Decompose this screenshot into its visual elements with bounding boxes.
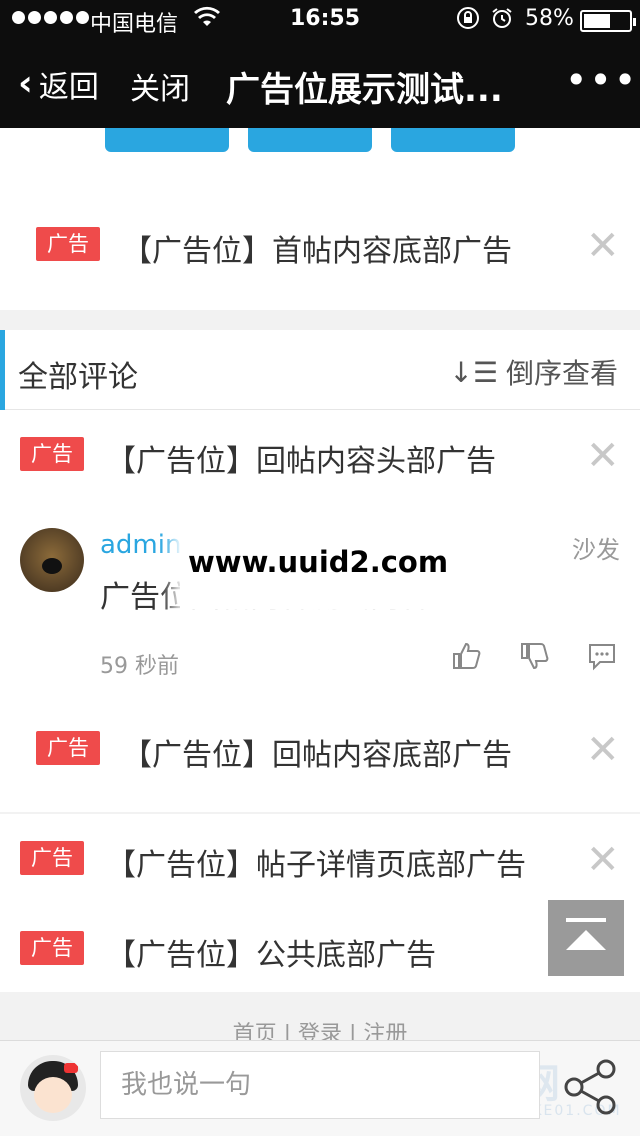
ad-public-bottom[interactable]: 广告 【广告位】公共底部广告 ✕ — [0, 904, 640, 994]
ad-badge: 广告 — [20, 437, 84, 471]
thumbs-down-icon[interactable] — [518, 640, 550, 676]
close-icon[interactable]: ✕ — [586, 436, 620, 476]
bottom-ads-card: 广告 【广告位】帖子详情页底部广告 ✕ 广告 【广告位】公共底部广告 ✕ — [0, 814, 640, 992]
favorite-button[interactable] — [105, 128, 229, 152]
sort-order-button[interactable]: ↓☰ 倒序查看 — [449, 352, 618, 392]
status-bar: 中国电信 16:55 58% — [0, 0, 640, 40]
close-icon[interactable]: ✕ — [586, 226, 620, 266]
ad-badge: 广告 — [36, 731, 100, 765]
battery-fill — [584, 14, 610, 28]
sort-icon: ↓☰ — [449, 355, 498, 389]
like-button[interactable] — [248, 128, 372, 152]
wifi-icon — [194, 6, 220, 36]
nav-bar: ‹ 返回 关闭 广告位展示测试... ••• — [0, 40, 640, 128]
sort-label: 倒序查看 — [505, 357, 618, 390]
content-area: 广告 【广告位】首帖内容底部广告 ✕ 全部评论 ↓☰ 倒序查看 广告 【广告位】… — [0, 128, 640, 1040]
avatar-bow — [64, 1063, 78, 1073]
ad-badge: 广告 — [20, 931, 84, 965]
share-post-button[interactable] — [391, 128, 515, 152]
footer-links[interactable]: 首页 | 登录 | 注册 — [0, 1016, 640, 1040]
chevron-left-icon: ‹ — [18, 63, 33, 104]
back-button[interactable]: ‹ 返回 — [18, 62, 99, 106]
ad-first-post-bottom[interactable]: 广告 【广告位】首帖内容底部广告 ✕ — [0, 200, 640, 290]
ad-badge: 广告 — [36, 227, 100, 261]
section-accent-bar — [0, 330, 5, 410]
comments-header: 全部评论 ↓☰ 倒序查看 — [0, 330, 640, 410]
bottom-bar: 科技网 WWW.KE01.COM 我也说一句 — [0, 1040, 640, 1136]
ad-text: 【广告位】回帖内容头部广告 — [106, 444, 496, 479]
comment-input[interactable]: 我也说一句 — [100, 1051, 540, 1119]
thumbs-up-icon[interactable] — [450, 640, 482, 676]
avatar-face — [34, 1077, 72, 1113]
rotation-lock-icon — [456, 6, 480, 36]
share-icon[interactable] — [560, 1055, 624, 1119]
carrier-label: 中国电信 — [90, 12, 179, 37]
ad-reply-top[interactable]: 广告 【广告位】回帖内容头部广告 ✕ — [0, 410, 640, 500]
comment-time: 59 秒前 — [100, 654, 179, 679]
comments-card: 广告 【广告位】回帖内容头部广告 ✕ admin 沙发 广告位回帖内容测试内容 … — [0, 410, 640, 812]
comments-title: 全部评论 — [18, 360, 138, 395]
close-button[interactable]: 关闭 — [130, 64, 190, 108]
close-icon[interactable]: ✕ — [586, 840, 620, 880]
ad-text: 【广告位】首帖内容底部广告 — [122, 234, 512, 269]
battery-percent: 58% — [525, 6, 574, 31]
clock-time: 16:55 — [290, 6, 361, 31]
ad-detail-bottom[interactable]: 广告 【广告位】帖子详情页底部广告 ✕ — [0, 814, 640, 904]
avatar[interactable] — [20, 528, 84, 592]
arrow-up-icon — [566, 918, 606, 950]
watermark-text: www.uuid2.com — [188, 545, 449, 579]
top-bar: 中国电信 16:55 58% ‹ 返回 关闭 广告位展示测试... ••• — [0, 0, 640, 128]
alarm-icon — [490, 6, 514, 36]
more-options-button[interactable]: ••• — [565, 58, 638, 102]
battery-icon — [580, 10, 636, 32]
ad-badge: 广告 — [20, 841, 84, 875]
watermark: www.uuid2.com — [180, 523, 470, 609]
ad-text: 【广告位】回帖内容底部广告 — [122, 738, 512, 773]
reply-icon[interactable] — [586, 640, 618, 676]
back-label: 返回 — [38, 70, 99, 105]
page-title: 广告位展示测试... — [226, 70, 503, 110]
comment-author[interactable]: admin — [100, 530, 181, 560]
ad-text: 【广告位】帖子详情页底部广告 — [106, 848, 526, 883]
user-avatar[interactable] — [20, 1055, 86, 1121]
comment-floor: 沙发 — [572, 536, 620, 564]
signal-icon — [12, 11, 89, 24]
ad-reply-bottom[interactable]: 广告 【广告位】回帖内容底部广告 ✕ — [0, 704, 640, 794]
post-actions-card: 广告 【广告位】首帖内容底部广告 ✕ — [0, 128, 640, 310]
back-to-top-button[interactable] — [548, 900, 624, 976]
close-icon[interactable]: ✕ — [586, 730, 620, 770]
ad-text: 【广告位】公共底部广告 — [106, 938, 436, 973]
